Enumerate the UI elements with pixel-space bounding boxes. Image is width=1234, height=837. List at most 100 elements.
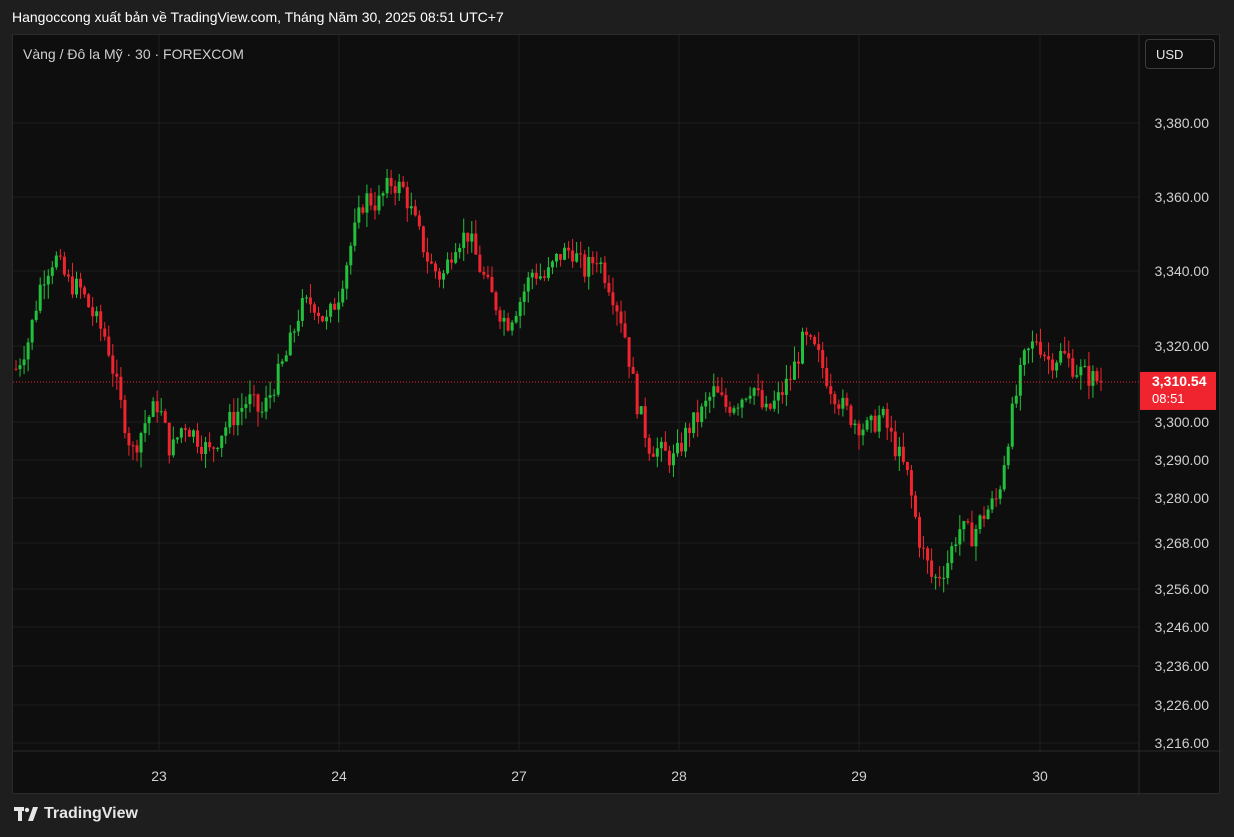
- candle-body: [1055, 362, 1059, 371]
- candle-body: [409, 206, 413, 209]
- candle-body: [817, 344, 821, 351]
- candle-body: [986, 509, 990, 519]
- candle-body: [530, 272, 534, 278]
- x-tick-label: 30: [1032, 768, 1048, 784]
- candle-body: [470, 233, 474, 242]
- candle-body: [696, 412, 700, 423]
- candle-body: [680, 442, 684, 452]
- candle-body: [841, 397, 845, 409]
- candle-body: [167, 422, 171, 456]
- candle-body: [200, 446, 204, 454]
- candle-body: [506, 317, 510, 331]
- candle-body: [994, 498, 998, 500]
- candle-body: [131, 445, 135, 447]
- candle-body: [655, 448, 659, 457]
- candle-body: [1091, 371, 1095, 386]
- candle-body: [998, 489, 1002, 499]
- candle-body: [401, 181, 405, 187]
- candle-body: [801, 331, 805, 364]
- candle-body: [966, 521, 970, 523]
- x-tick-label: 23: [151, 768, 167, 784]
- candle-body: [821, 350, 825, 369]
- publish-info: Hangoccong xuất bản về TradingView.com, …: [12, 9, 504, 25]
- candle-body: [478, 254, 482, 272]
- candle-body: [780, 392, 784, 395]
- candle-body: [1067, 353, 1071, 359]
- tradingview-brand: TradingView: [44, 805, 138, 822]
- candle-body: [1022, 350, 1026, 365]
- candle-body: [321, 316, 325, 322]
- candle-body: [724, 394, 728, 407]
- candle-body: [220, 435, 224, 448]
- candle-body: [607, 282, 611, 293]
- candle-body: [159, 411, 163, 413]
- candle-body: [635, 373, 639, 415]
- candle-body: [30, 320, 34, 343]
- candle-body: [881, 408, 885, 416]
- candle-body: [1006, 446, 1010, 466]
- candle-body: [280, 361, 284, 364]
- candle-body: [18, 365, 22, 370]
- candle-body: [889, 427, 893, 432]
- candle-body: [930, 560, 934, 577]
- candle-body: [147, 416, 151, 424]
- x-tick-label: 28: [671, 768, 687, 784]
- candle-body: [50, 267, 54, 276]
- candle-body: [913, 495, 917, 517]
- candle-body: [417, 215, 421, 227]
- tradingview-logo[interactable]: TradingView: [14, 805, 138, 823]
- candle-body: [405, 186, 409, 209]
- candle-body: [934, 576, 938, 578]
- candle-body: [119, 376, 123, 400]
- candle-body: [123, 399, 127, 433]
- candle-body: [127, 432, 131, 446]
- candle-body: [163, 411, 167, 423]
- candle-body: [688, 427, 692, 434]
- candle-body: [300, 298, 304, 321]
- candle-body: [526, 277, 530, 292]
- candle-body: [429, 261, 433, 264]
- candle-body: [240, 407, 244, 412]
- candle-body: [462, 232, 466, 248]
- candle-body: [946, 563, 950, 578]
- candle-body: [728, 406, 732, 413]
- candle-body: [325, 316, 329, 322]
- candle-body: [659, 441, 663, 449]
- candle-body: [236, 411, 240, 426]
- candle-body: [970, 522, 974, 547]
- candle-body: [514, 315, 518, 323]
- candle-body: [1083, 365, 1087, 367]
- candle-body: [534, 272, 538, 279]
- candle-body: [764, 403, 768, 408]
- candle-body: [877, 415, 881, 432]
- candle-body: [14, 368, 18, 370]
- candle-body: [304, 297, 308, 299]
- candle-body: [772, 400, 776, 409]
- candle-body: [776, 392, 780, 401]
- candle-body: [853, 423, 857, 426]
- candle-body: [591, 256, 595, 264]
- currency-button[interactable]: USD: [1145, 39, 1215, 69]
- candle-body: [599, 262, 603, 265]
- candle-body: [1087, 365, 1091, 386]
- chart-panel[interactable]: 3,380.00 3,360.00 3,340.00 3,320.00 3,300.00…: [12, 34, 1221, 795]
- candle-body: [1047, 356, 1051, 360]
- candle-body: [151, 401, 155, 417]
- candle-body: [482, 271, 486, 275]
- candle-body: [1014, 395, 1018, 404]
- candle-body: [46, 275, 50, 285]
- candle-body: [1034, 341, 1038, 343]
- candle-body: [337, 302, 341, 310]
- price-chart[interactable]: 3,380.00 3,360.00 3,340.00 3,320.00 3,300.00…: [13, 35, 1221, 795]
- candle-body: [752, 388, 756, 396]
- candle-body: [187, 429, 191, 437]
- candle-body: [974, 528, 978, 547]
- candle-body: [103, 328, 107, 337]
- symbol-label[interactable]: Vàng / Đô la Mỹ · 30 · FOREXCOM: [23, 46, 244, 62]
- candle-body: [66, 274, 70, 277]
- candle-body: [268, 395, 272, 398]
- x-tick-label: 27: [511, 768, 527, 784]
- candle-body: [490, 276, 494, 293]
- candle-body: [87, 294, 91, 308]
- candle-body: [397, 181, 401, 194]
